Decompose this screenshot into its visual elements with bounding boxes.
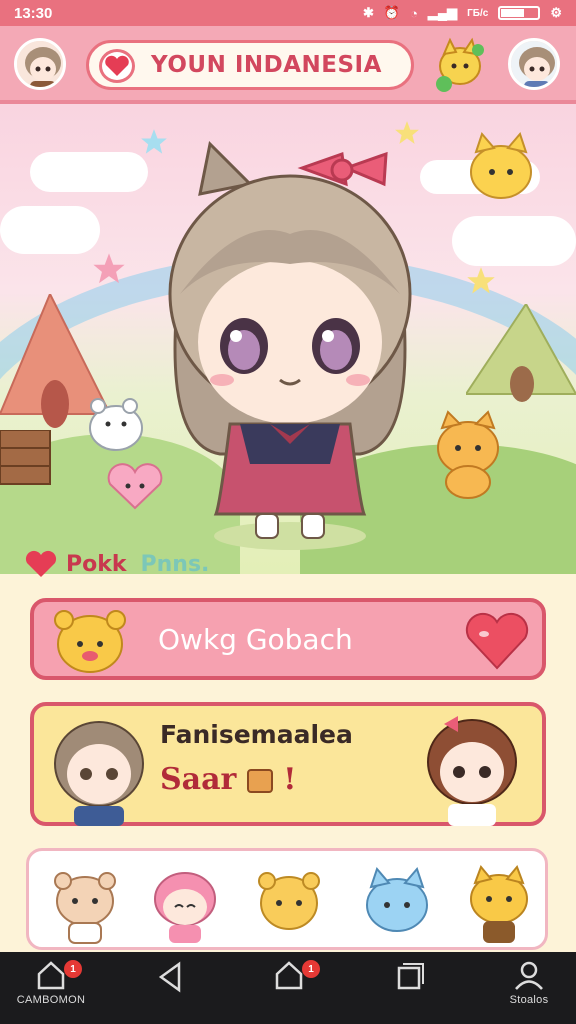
- battery-icon: [498, 6, 541, 20]
- nav-home-2[interactable]: 1: [244, 960, 334, 1020]
- heart-icon[interactable]: [464, 610, 530, 672]
- heart-chat-icon: [99, 49, 135, 83]
- recents-icon: [397, 963, 424, 990]
- main-scene: [0, 104, 576, 574]
- character-orange-cat[interactable]: [461, 865, 537, 945]
- character-blue-cat[interactable]: [359, 865, 435, 945]
- menu-card-pink[interactable]: Owkg Gobach: [30, 598, 546, 680]
- cloud: [0, 206, 100, 254]
- mountain-hut-right: [466, 304, 576, 402]
- nav-profile-label: Stoalos: [509, 994, 549, 1006]
- star-icon: [467, 267, 495, 294]
- title-banner: YOUN INDANESIA: [86, 40, 414, 90]
- network-speed: ГБ/с: [467, 7, 489, 19]
- settings-icon: ⚙: [550, 5, 562, 20]
- wooden-chest[interactable]: [0, 430, 52, 486]
- pink-heart-pet[interactable]: [106, 462, 164, 512]
- status-bar: 13:30 ✱ ⏰ ◔ ▂▄▆ ГБ/с ⚙: [0, 0, 576, 26]
- mascot-pet-icon[interactable]: [432, 36, 488, 92]
- signal-icon: ▂▄▆: [427, 5, 458, 20]
- heart-icon: [25, 550, 57, 577]
- card-pink-label: Owkg Gobach: [158, 622, 353, 656]
- notification-badge: 1: [64, 960, 82, 978]
- nav-profile[interactable]: Stoalos: [484, 960, 574, 1020]
- home-icon: [37, 961, 65, 990]
- character-strip: [26, 848, 548, 950]
- orange-cat-pet[interactable]: [428, 410, 508, 500]
- status-time: 13:30: [14, 4, 53, 22]
- wifi-icon: ◔: [410, 5, 418, 21]
- nav-home-label: CAMBOMON: [16, 994, 86, 1006]
- brunette-girl-icon: [427, 716, 517, 826]
- bear-mascot-icon: [54, 610, 126, 673]
- nav-back[interactable]: [126, 960, 216, 1020]
- status-icons: ✱ ⏰ ◔ ▂▄▆ ГБ/с ⚙: [363, 5, 562, 21]
- section-title: Pokk Pnns.: [24, 548, 209, 580]
- friend-avatar[interactable]: [508, 38, 560, 90]
- nav-home[interactable]: 1 CAMBOMON: [6, 960, 96, 1020]
- sign-icon: [246, 769, 273, 793]
- main-character[interactable]: [120, 124, 460, 554]
- navigation-bar: 1 CAMBOMON 1 Stoalos: [0, 952, 576, 1024]
- cloud: [452, 216, 576, 266]
- section-label-secondary: Pnns.: [140, 551, 210, 577]
- character-yellow-bear[interactable]: [251, 865, 327, 945]
- section-label-primary: Pokk: [66, 551, 127, 577]
- back-icon: [158, 961, 181, 993]
- app-title: YOUN INDANESIA: [151, 52, 382, 78]
- character-bear[interactable]: [47, 865, 123, 945]
- girl-avatar-icon: [54, 721, 144, 826]
- yellow-cat-pet[interactable]: [466, 132, 536, 204]
- card-yellow-title: Fanisemaalea: [160, 720, 353, 749]
- character-pink-girl[interactable]: [147, 865, 223, 945]
- bluetooth-icon: ✱: [362, 5, 374, 20]
- notification-badge: 1: [302, 960, 320, 978]
- card-yellow-sub-text: Saar: [160, 762, 237, 797]
- menu-card-yellow[interactable]: Fanisemaalea Saar !: [30, 702, 546, 826]
- profile-icon: [515, 961, 543, 990]
- header: YOUN INDANESIA: [0, 26, 576, 104]
- player-avatar[interactable]: [14, 38, 66, 90]
- card-yellow-exclaim: !: [283, 762, 297, 797]
- white-bear-pet[interactable]: [84, 392, 148, 452]
- card-yellow-subtitle: Saar !: [160, 762, 296, 797]
- alarm-icon: ⏰: [383, 5, 401, 20]
- nav-recents[interactable]: [364, 960, 454, 1020]
- home-icon: [275, 961, 303, 990]
